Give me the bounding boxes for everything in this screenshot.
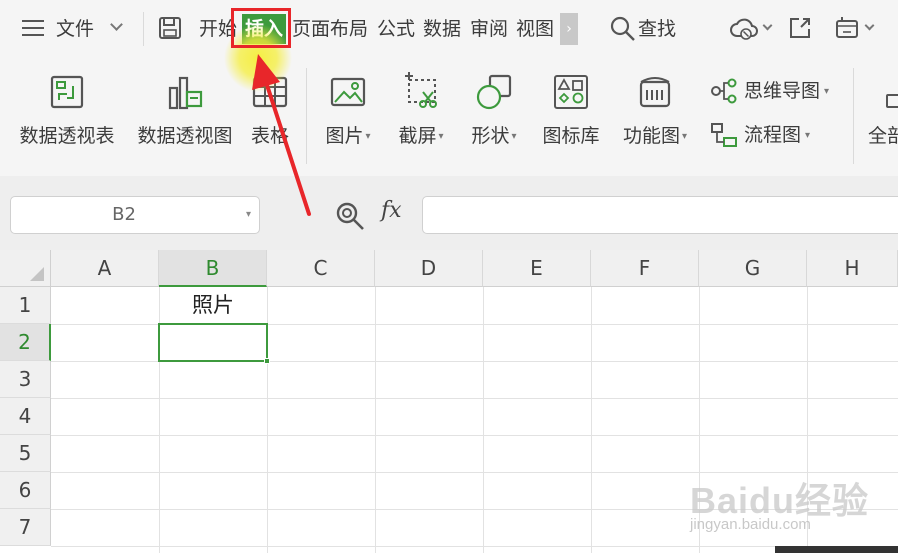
search-icon[interactable] — [610, 16, 636, 42]
flowchart-icon — [711, 123, 737, 147]
fx-icon[interactable]: fx — [381, 198, 402, 223]
mind-map-icon — [711, 78, 737, 104]
shapes-button[interactable]: 形状 ▾ — [464, 58, 524, 168]
row-header-5[interactable]: 5 — [0, 435, 51, 472]
selected-cell-b2[interactable] — [158, 323, 268, 362]
row-header-2[interactable]: 2 — [0, 324, 51, 361]
pivot-chart-button[interactable]: 数据透视图 — [132, 58, 238, 168]
row-header-3[interactable]: 3 — [0, 361, 51, 398]
grid-line — [51, 398, 898, 399]
mind-map-label: 思维导图 — [744, 80, 821, 102]
screenshot-label: 截屏 — [398, 125, 437, 147]
grid-line — [51, 435, 898, 436]
select-all-button[interactable] — [0, 250, 51, 287]
watermark-url: jingyan.baidu.com — [690, 516, 811, 533]
share-icon[interactable] — [787, 15, 813, 41]
chevron-down-icon[interactable] — [864, 20, 875, 31]
save-icon[interactable] — [158, 16, 182, 40]
table-label: 表格 — [250, 125, 289, 147]
dropdown-arrow-icon[interactable]: ▾ — [438, 131, 443, 142]
cut-off-ribbon-label[interactable]: 全部 — [868, 121, 898, 148]
dropdown-arrow-icon[interactable]: ▾ — [805, 130, 810, 141]
cloud-sync-icon[interactable] — [730, 16, 760, 42]
zoom-search-icon[interactable] — [334, 200, 366, 232]
flowchart-label: 流程图 — [744, 124, 802, 146]
name-box[interactable]: B2 ▾ — [10, 196, 260, 234]
fill-handle[interactable] — [264, 358, 270, 364]
icon-library-label: 图标库 — [542, 125, 600, 147]
tab-review[interactable]: 审阅 — [470, 14, 508, 44]
column-header-b[interactable]: B — [159, 250, 267, 287]
flowchart-button[interactable]: 流程图 ▾ — [710, 120, 830, 150]
function-chart-label: 功能图 — [622, 125, 680, 147]
tools-icon[interactable] — [833, 15, 861, 41]
column-header-h[interactable]: H — [807, 250, 898, 287]
tab-view[interactable]: 视图 — [516, 14, 554, 44]
select-all-icon — [30, 267, 44, 281]
pivot-chart-label: 数据透视图 — [137, 125, 233, 147]
mind-map-button[interactable]: 思维导图 ▾ — [710, 76, 844, 106]
cell-b1[interactable]: 照片 — [159, 287, 267, 324]
highlight-box — [231, 8, 291, 48]
dropdown-arrow-icon[interactable]: ▾ — [511, 131, 516, 142]
picture-button[interactable]: 图片 ▾ — [318, 58, 378, 168]
pivot-chart-icon — [168, 76, 203, 110]
picture-label: 图片 — [325, 125, 364, 147]
screenshot-icon — [405, 72, 437, 108]
row-header-1[interactable]: 1 — [0, 287, 51, 324]
search-button[interactable]: 查找 — [638, 14, 676, 44]
pivot-table-label: 数据透视表 — [19, 125, 115, 147]
divider — [143, 12, 144, 46]
cut-off-icon[interactable] — [886, 94, 898, 108]
dropdown-arrow-icon[interactable]: ▾ — [824, 86, 829, 97]
watermark: Baidu经验 jingyan.baidu.com — [678, 466, 888, 546]
divider — [306, 68, 307, 164]
grid-line — [591, 287, 592, 553]
screenshot-button[interactable]: 截屏 ▾ — [391, 58, 451, 168]
menu-bar: 文件 开始 插入 页面布局 公式 数据 审阅 视图 › 查找 — [0, 0, 898, 58]
grid-line — [483, 287, 484, 553]
function-chart-button[interactable]: 功能图 ▾ — [614, 58, 696, 168]
grid-line — [51, 546, 898, 547]
icon-library-button[interactable]: 图标库 — [537, 58, 605, 168]
divider — [853, 68, 854, 164]
column-header-f[interactable]: F — [591, 250, 699, 287]
column-header-a[interactable]: A — [51, 250, 159, 287]
chevron-down-icon[interactable] — [762, 20, 773, 31]
function-chart-icon — [639, 77, 671, 108]
ribbon-insert: 数据透视表 数据透视图 表格 图片 ▾ 截屏 ▾ 形状 ▾ 图标库 功能图 ▾ … — [0, 58, 898, 176]
cell-reference: B2 — [112, 204, 136, 225]
tab-data[interactable]: 数据 — [423, 14, 461, 44]
table-button[interactable]: 表格 — [244, 58, 296, 168]
column-header-d[interactable]: D — [375, 250, 483, 287]
chevron-down-icon[interactable] — [110, 18, 123, 31]
column-header-c[interactable]: C — [267, 250, 375, 287]
row-header-7[interactable]: 7 — [0, 509, 51, 546]
tab-page-layout[interactable]: 页面布局 — [292, 14, 368, 44]
column-header-e[interactable]: E — [483, 250, 591, 287]
dropdown-arrow-icon[interactable]: ▾ — [682, 131, 687, 142]
formula-bar: B2 ▾ fx — [0, 176, 898, 250]
formula-input[interactable] — [422, 196, 898, 234]
grid-line — [375, 287, 376, 553]
row-header-6[interactable]: 6 — [0, 472, 51, 509]
file-menu[interactable]: 文件 — [56, 14, 94, 44]
picture-icon — [330, 77, 366, 107]
tab-formulas[interactable]: 公式 — [377, 14, 415, 44]
tab-scroll-right-button[interactable]: › — [560, 13, 578, 45]
shapes-icon — [476, 74, 512, 110]
column-header-g[interactable]: G — [699, 250, 807, 287]
hamburger-menu-icon[interactable] — [22, 19, 44, 37]
pivot-table-button[interactable]: 数据透视表 — [14, 58, 120, 168]
pivot-table-icon — [50, 75, 84, 109]
table-icon — [252, 76, 288, 108]
status-bar-fragment — [775, 546, 898, 553]
row-header-4[interactable]: 4 — [0, 398, 51, 435]
shapes-label: 形状 — [471, 125, 510, 147]
icon-library-icon — [554, 75, 588, 109]
dropdown-arrow-icon[interactable]: ▾ — [246, 209, 251, 220]
dropdown-arrow-icon[interactable]: ▾ — [365, 131, 370, 142]
